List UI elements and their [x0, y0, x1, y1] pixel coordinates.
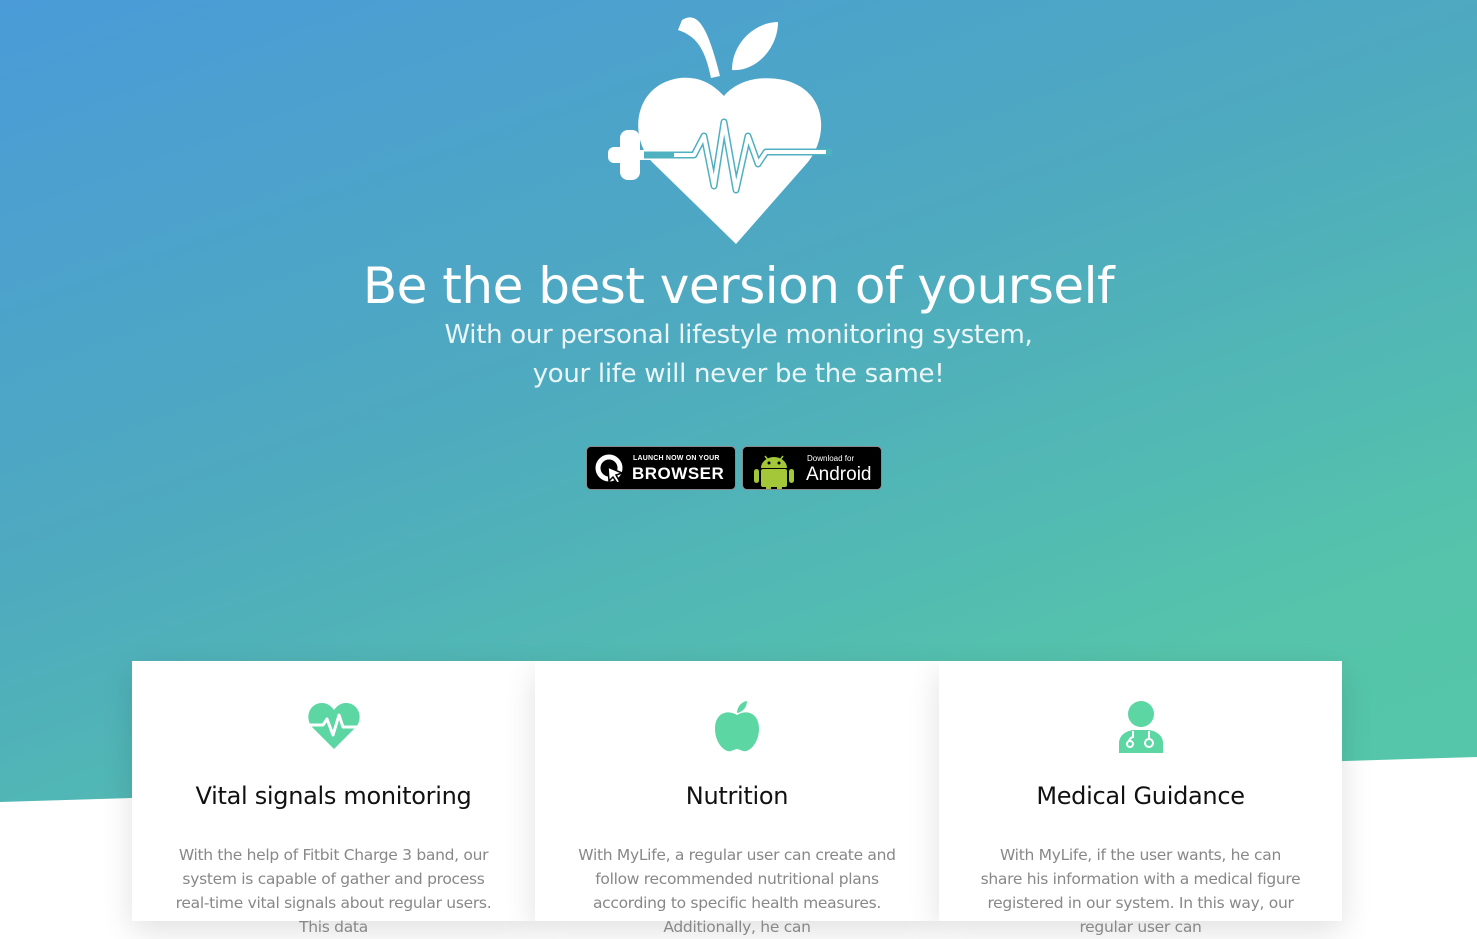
hero-subtitle-line-1: With our personal lifestyle monitoring s… — [444, 320, 1033, 350]
browser-button-label: BROWSER — [632, 464, 725, 483]
feature-card-vital-signals: Vital signals monitoring With the help o… — [132, 661, 535, 936]
android-icon — [754, 455, 794, 489]
hero-headline: Be the best version of yourself — [362, 257, 1115, 315]
launch-browser-button[interactable]: LAUNCH NOW ON YOUR BROWSER — [586, 446, 736, 490]
android-button-caption: Download for — [807, 454, 855, 463]
apple-icon — [715, 701, 759, 752]
feature-text-vital-signals: With the help of Fitbit Charge 3 band, o… — [175, 846, 492, 936]
hero-subtitle-line-2: your life will never be the same! — [532, 359, 945, 389]
feature-title-vital-signals: Vital signals monitoring — [195, 782, 472, 810]
heart-pulse-icon — [307, 703, 360, 749]
feature-title-nutrition: Nutrition — [685, 782, 789, 810]
download-android-button[interactable]: Download for Android — [742, 446, 882, 490]
feature-text-medical-guidance: With MyLife, if the user wants, he can s… — [980, 846, 1301, 936]
browser-cursor-icon — [595, 454, 625, 484]
feature-text-nutrition: With MyLife, a regular user can create a… — [578, 846, 896, 936]
feature-card-medical-guidance: Medical Guidance With MyLife, if the use… — [939, 661, 1342, 936]
feature-card-nutrition: Nutrition With MyLife, a regular user ca… — [535, 661, 939, 936]
browser-button-caption: LAUNCH NOW ON YOUR — [633, 455, 720, 462]
android-button-label: Android — [806, 464, 872, 485]
feature-title-medical-guidance: Medical Guidance — [1036, 782, 1245, 810]
doctor-icon — [1118, 701, 1163, 753]
heart-apple-dumbbell-logo-icon — [608, 17, 832, 244]
